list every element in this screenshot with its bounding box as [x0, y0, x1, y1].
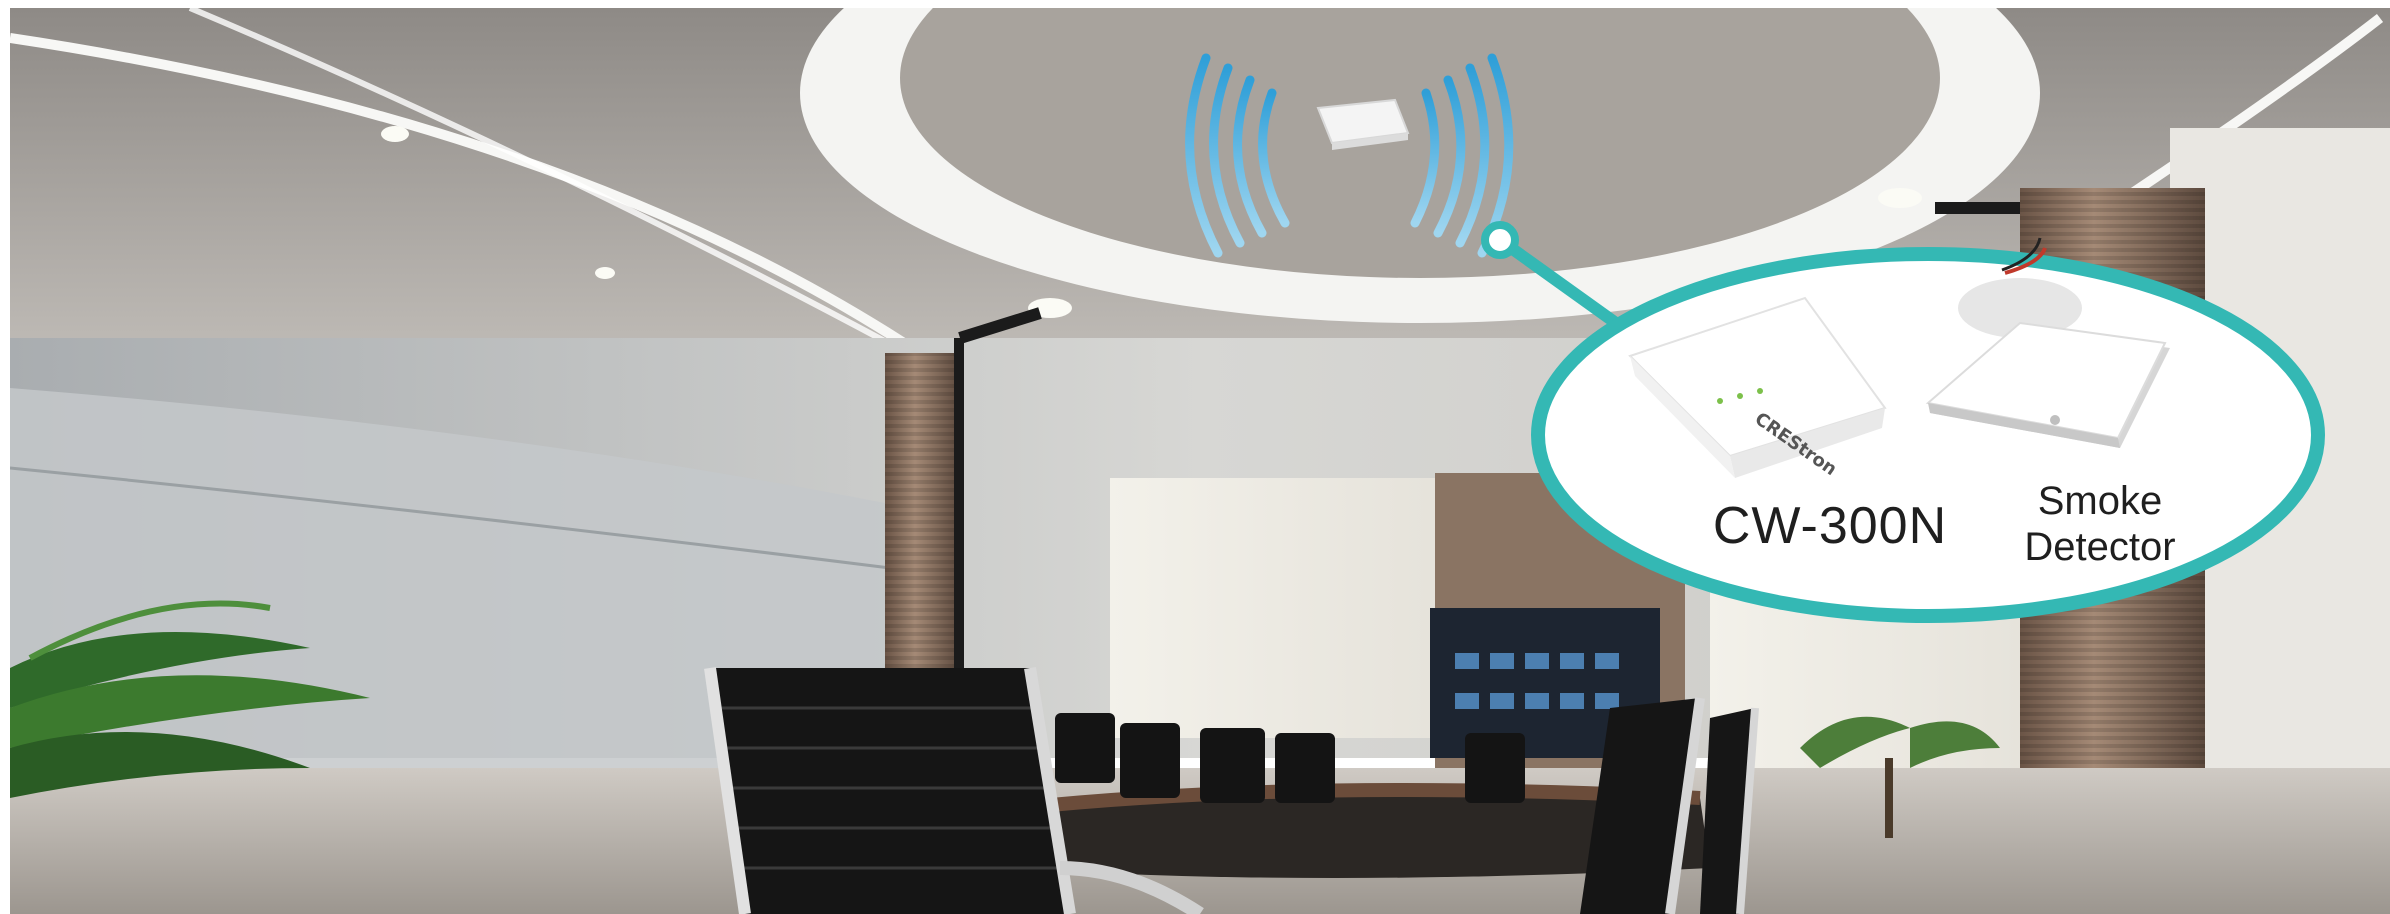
device-model-label: CW-300N [1712, 497, 1948, 555]
scene-image: CREStron CW-300N Smoke Detector [0, 0, 2390, 914]
smoke-detector-label-line1: Smoke [2037, 479, 2163, 523]
conference-room-photo: CREStron CW-300N Smoke Detector [10, 8, 2390, 914]
smoke-detector-label-line2: Detector [2024, 525, 2176, 569]
smoke-detector-label: Smoke Detector [1970, 478, 2230, 570]
